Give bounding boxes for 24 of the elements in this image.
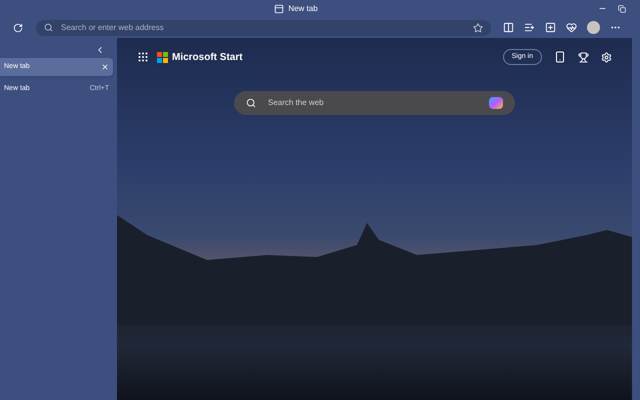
favorites-icon[interactable] bbox=[524, 22, 535, 33]
search-icon bbox=[246, 98, 256, 108]
favorite-star-icon[interactable] bbox=[473, 22, 483, 32]
copilot-icon[interactable] bbox=[489, 97, 503, 109]
window-title: New tab bbox=[288, 2, 318, 14]
heart-icon[interactable] bbox=[566, 22, 577, 33]
search-bar[interactable]: Search the web bbox=[234, 91, 515, 115]
close-icon[interactable] bbox=[101, 63, 109, 71]
trophy-icon[interactable] bbox=[578, 52, 589, 62]
address-bar[interactable]: Search or enter web address bbox=[36, 20, 491, 36]
phone-icon[interactable] bbox=[554, 51, 566, 63]
avatar-icon[interactable] bbox=[587, 21, 600, 34]
apps-grid-icon[interactable] bbox=[137, 51, 149, 63]
search-icon bbox=[44, 23, 53, 32]
tab-icon bbox=[274, 4, 284, 14]
settings-icon[interactable] bbox=[601, 52, 612, 62]
split-screen-icon[interactable] bbox=[503, 22, 514, 33]
search-input[interactable]: Search the web bbox=[268, 97, 477, 109]
brand-name: Microsoft Start bbox=[172, 50, 243, 64]
logo-icon bbox=[157, 52, 168, 62]
address-input[interactable]: Search or enter web address bbox=[61, 22, 465, 34]
collections-icon[interactable] bbox=[545, 22, 556, 33]
refresh-icon[interactable] bbox=[13, 22, 23, 32]
restore-icon[interactable] bbox=[618, 4, 626, 12]
